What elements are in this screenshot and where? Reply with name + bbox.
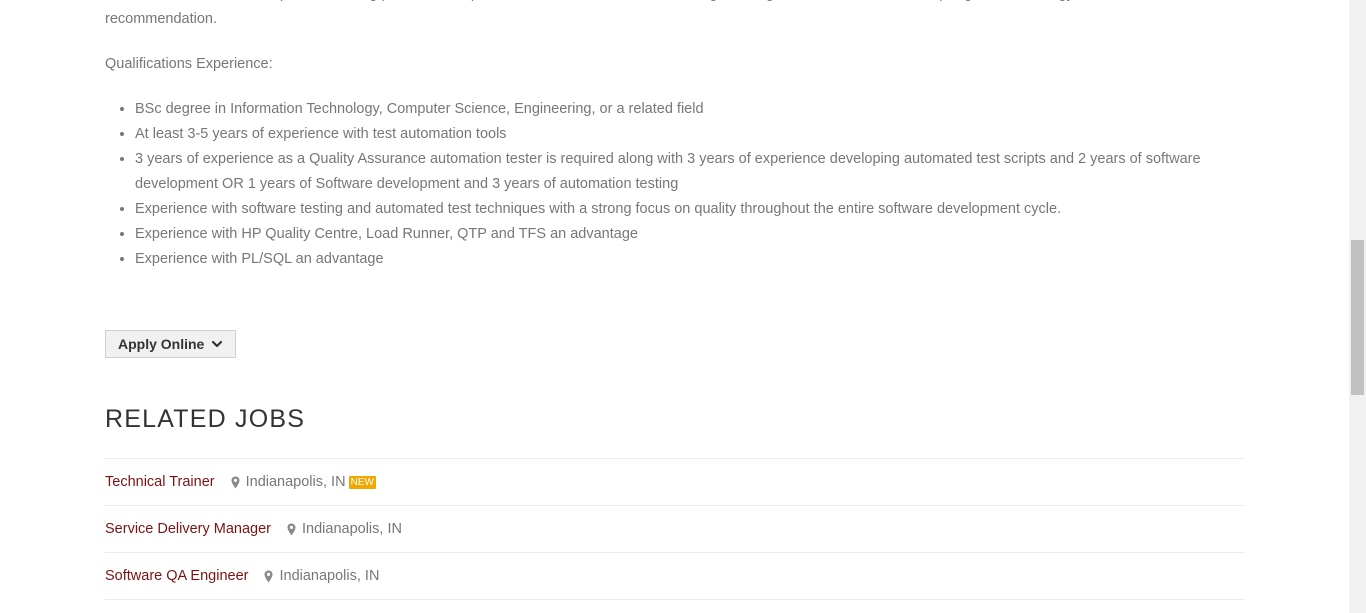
vertical-scrollbar[interactable]	[1349, 0, 1366, 613]
new-badge: NEW	[348, 475, 376, 489]
job-title-link[interactable]: Technical Trainer	[105, 474, 215, 490]
qualifications-list: BSc degree in Information Technology, Co…	[105, 97, 1245, 272]
qualification-item: BSc degree in Information Technology, Co…	[135, 97, 1245, 122]
qualifications-heading: Qualifications Experience:	[105, 56, 273, 72]
related-jobs-list: Technical Trainer Indianapolis, IN NEW S…	[105, 458, 1245, 600]
qualification-item: Experience with PL/SQL an advantage	[135, 247, 1245, 272]
apply-online-label: Apply Online	[118, 336, 205, 352]
job-location: Indianapolis, IN	[264, 568, 379, 584]
qualification-item: Experience with software testing and aut…	[135, 197, 1245, 222]
related-job-row: Technical Trainer Indianapolis, IN NEW	[105, 458, 1245, 505]
map-pin-icon	[264, 570, 273, 582]
related-job-row: Software QA Engineer Indianapolis, IN	[105, 552, 1245, 600]
chevron-down-icon	[212, 340, 223, 348]
description-intro: This individual has to be capable in dri…	[105, 0, 1205, 27]
job-title-link[interactable]: Software QA Engineer	[105, 568, 248, 584]
qualification-item: Experience with HP Quality Centre, Load …	[135, 222, 1245, 247]
map-pin-icon	[231, 476, 240, 488]
related-jobs-heading: RELATED JOBS	[105, 405, 306, 433]
job-location-text: Indianapolis, IN	[279, 568, 380, 584]
job-location-text: Indianapolis, IN	[302, 521, 402, 537]
related-job-row: Service Delivery Manager Indianapolis, I…	[105, 505, 1245, 552]
qualification-item: At least 3-5 years of experience with te…	[135, 122, 1245, 147]
job-title-link[interactable]: Service Delivery Manager	[105, 521, 271, 537]
job-location-text: Indianapolis, IN	[245, 474, 346, 490]
job-description: This individual has to be capable in dri…	[105, 0, 1245, 272]
qualification-item: 3 years of experience as a Quality Assur…	[135, 147, 1245, 197]
job-location: Indianapolis, IN	[231, 474, 346, 490]
scrollbar-thumb[interactable]	[1351, 240, 1364, 395]
apply-online-button[interactable]: Apply Online	[105, 330, 236, 358]
map-pin-icon	[287, 523, 296, 535]
job-location: Indianapolis, IN	[287, 521, 402, 537]
page: This individual has to be capable in dri…	[0, 0, 1366, 613]
